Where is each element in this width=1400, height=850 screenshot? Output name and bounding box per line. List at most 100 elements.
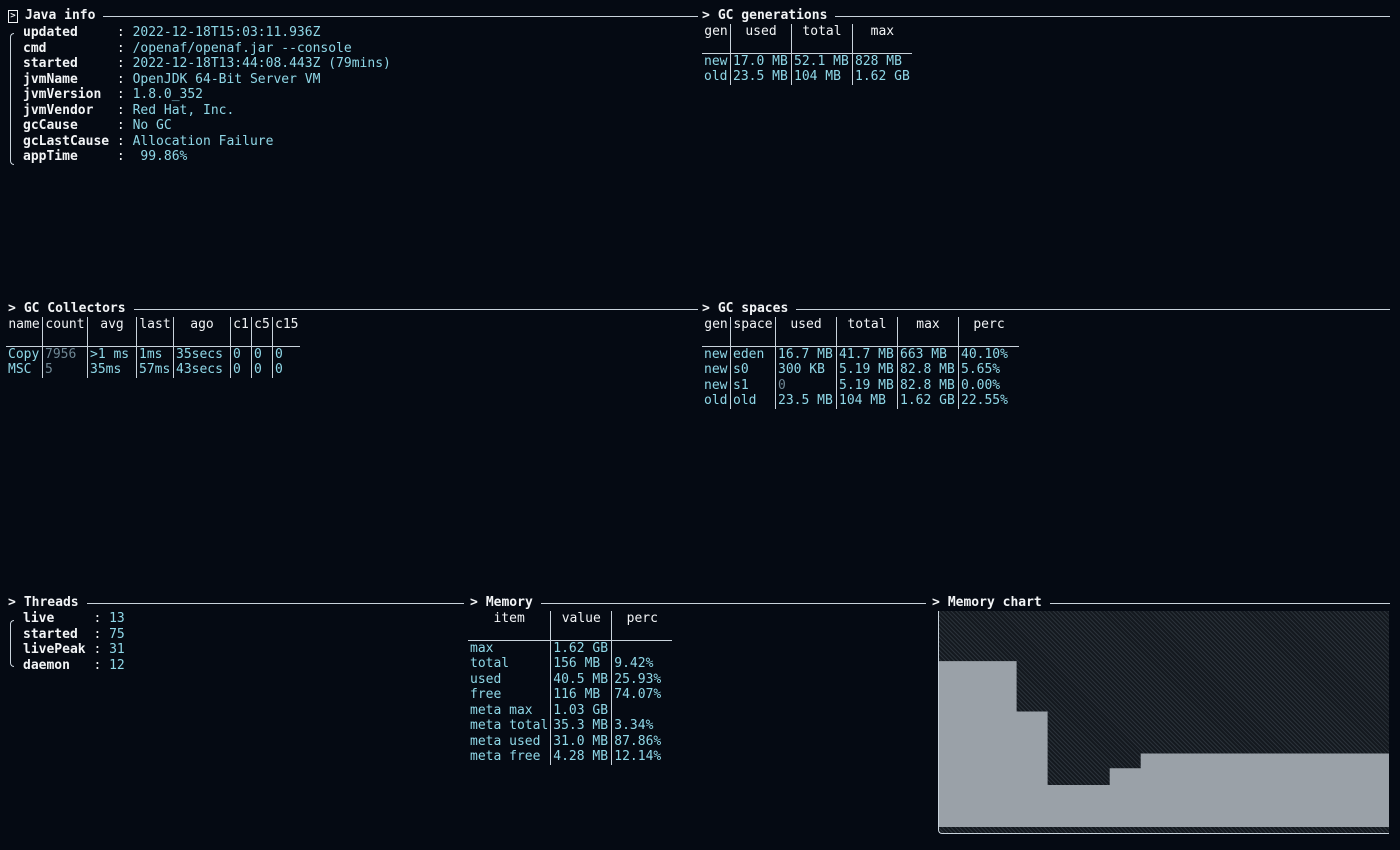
kv-separator: : bbox=[93, 626, 110, 642]
table-cell: 25.93% bbox=[611, 671, 673, 687]
table-row: max 1.62 GB bbox=[468, 640, 673, 656]
table-cell: 31.0 MB bbox=[550, 733, 612, 749]
table-cell: >1 ms bbox=[87, 346, 137, 362]
table-cell: 104 MB bbox=[836, 393, 898, 409]
column-header: value bbox=[550, 611, 612, 627]
kv-value: No GC bbox=[132, 118, 172, 133]
kv-key: jvmName bbox=[23, 71, 78, 87]
divider bbox=[86, 602, 464, 604]
table-cell: new bbox=[704, 346, 728, 362]
column-header: perc bbox=[958, 317, 1019, 333]
kv-key: cmd bbox=[23, 40, 47, 56]
table-cell: max bbox=[470, 640, 494, 656]
table-cell: Copy bbox=[8, 346, 40, 362]
column-header: max bbox=[851, 24, 912, 40]
divider bbox=[1049, 602, 1390, 604]
table-cell bbox=[611, 702, 673, 718]
table-cell: 1.62 GB bbox=[851, 69, 912, 85]
kv-separator: : bbox=[93, 611, 110, 626]
divider bbox=[133, 308, 698, 310]
kv-row: daemon: 12 bbox=[23, 658, 125, 674]
separator-cell bbox=[251, 332, 273, 347]
column-header: max bbox=[897, 317, 959, 333]
column-header: used bbox=[775, 317, 837, 333]
table-cell: 5.19 MB bbox=[836, 377, 898, 393]
gc-generations-table: gen used total max new 17.0 MB 52.1 MB 828 MB ol… bbox=[702, 24, 912, 85]
table-cell: total bbox=[470, 656, 510, 671]
divider bbox=[835, 15, 1390, 17]
table-cell: 40.5 MB bbox=[550, 671, 612, 687]
separator-cell bbox=[272, 332, 301, 347]
table-cell: 40.10% bbox=[958, 346, 1019, 362]
table-cell: 82.8 MB bbox=[897, 362, 959, 378]
table-row: new s1 0 5.19 MB 82.8 MB 0.00% bbox=[702, 377, 1019, 393]
table-cell: 5.65% bbox=[958, 362, 1019, 378]
separator-cell bbox=[791, 39, 853, 54]
table-cell: 16.7 MB bbox=[775, 346, 837, 362]
memory-area-series bbox=[939, 661, 1389, 827]
table-cell: 1.62 GB bbox=[897, 393, 959, 409]
kv-row: started: 75 bbox=[23, 627, 125, 643]
kv-separator: : bbox=[116, 149, 133, 164]
column-header: count bbox=[42, 317, 88, 333]
header-separator bbox=[702, 39, 912, 54]
arrow-icon: > bbox=[8, 301, 16, 317]
kv-key: livePeak bbox=[23, 642, 86, 657]
column-header: item bbox=[493, 611, 525, 626]
kv-value: 13 bbox=[109, 611, 125, 626]
gc-collectors-title: > GC Collectors bbox=[8, 301, 698, 317]
table-row: Copy 7956 >1 ms 1ms 35secs 0 0 0 bbox=[6, 346, 301, 362]
column-header: c5 bbox=[251, 317, 273, 333]
kv-row: gcCause: No GC bbox=[23, 118, 391, 134]
arrow-icon: > bbox=[8, 595, 16, 611]
table-cell: s0 bbox=[730, 362, 776, 378]
gc-generations-panel: > GC generations gen used total max new 17.0 … bbox=[702, 8, 1390, 98]
separator-cell bbox=[611, 626, 673, 641]
table-cell bbox=[611, 640, 673, 656]
table-cell: 0 bbox=[230, 346, 252, 362]
kv-value: 12 bbox=[109, 657, 125, 673]
gc-collectors-panel: > GC Collectors name count avg last ago c1 c5 c… bbox=[6, 301, 698, 391]
column-header: perc bbox=[611, 611, 673, 627]
table-cell: 35.3 MB bbox=[550, 718, 612, 734]
table-cell: 5.19 MB bbox=[836, 362, 898, 378]
arrow-icon: > bbox=[932, 595, 940, 611]
table-cell: 0 bbox=[272, 362, 301, 378]
expand-icon[interactable]: > bbox=[8, 9, 18, 23]
table-cell: 12.14% bbox=[611, 749, 673, 765]
kv-row: jvmVendor: Red Hat, Inc. bbox=[23, 103, 391, 119]
table-cell: new bbox=[704, 377, 728, 393]
kv-key: live bbox=[23, 611, 55, 626]
separator-cell bbox=[730, 39, 792, 54]
bracket bbox=[10, 620, 14, 667]
table-cell: MSC bbox=[8, 362, 32, 377]
table-cell: free bbox=[470, 687, 502, 702]
table-row: new s0 300 KB 5.19 MB 82.8 MB 5.65% bbox=[702, 362, 1019, 378]
table-cell: meta free bbox=[470, 749, 541, 764]
kv-value: 2022-12-18T15:03:11.936Z bbox=[132, 25, 321, 40]
table-cell: 1ms bbox=[136, 346, 174, 362]
table-row: new eden 16.7 MB 41.7 MB 663 MB 40.10% bbox=[702, 346, 1019, 362]
table-cell: 0 bbox=[251, 362, 273, 378]
column-header: total bbox=[836, 317, 898, 333]
arrow-icon: > bbox=[470, 595, 478, 611]
java-info-title: > Java info bbox=[8, 8, 698, 24]
table-cell: 663 MB bbox=[897, 346, 959, 362]
table-cell: 0.00% bbox=[958, 377, 1019, 393]
column-header: ago bbox=[173, 317, 231, 333]
kv-value: 99.86% bbox=[132, 149, 188, 164]
kv-value: /openaf/openaf.jar --console bbox=[132, 40, 352, 56]
column-header: name bbox=[8, 317, 40, 332]
table-cell: 35ms bbox=[87, 362, 137, 378]
kv-row: gcLastCause: Allocation Failure bbox=[23, 134, 391, 150]
kv-separator: : bbox=[93, 657, 110, 673]
memory-chart-svg bbox=[939, 661, 1389, 827]
threads-list: live: 13 started: 75 livePeak: 31 daemon: 1… bbox=[23, 611, 125, 673]
table-cell: meta total bbox=[470, 718, 549, 733]
table-cell: 0 bbox=[230, 362, 252, 378]
column-header: used bbox=[730, 24, 792, 40]
kv-value: OpenJDK 64-Bit Server VM bbox=[132, 71, 321, 87]
panel-title: Memory bbox=[485, 595, 533, 611]
table-header-row: name count avg last ago c1 c5 c15 bbox=[6, 317, 301, 333]
table-cell: 5 bbox=[42, 362, 88, 378]
